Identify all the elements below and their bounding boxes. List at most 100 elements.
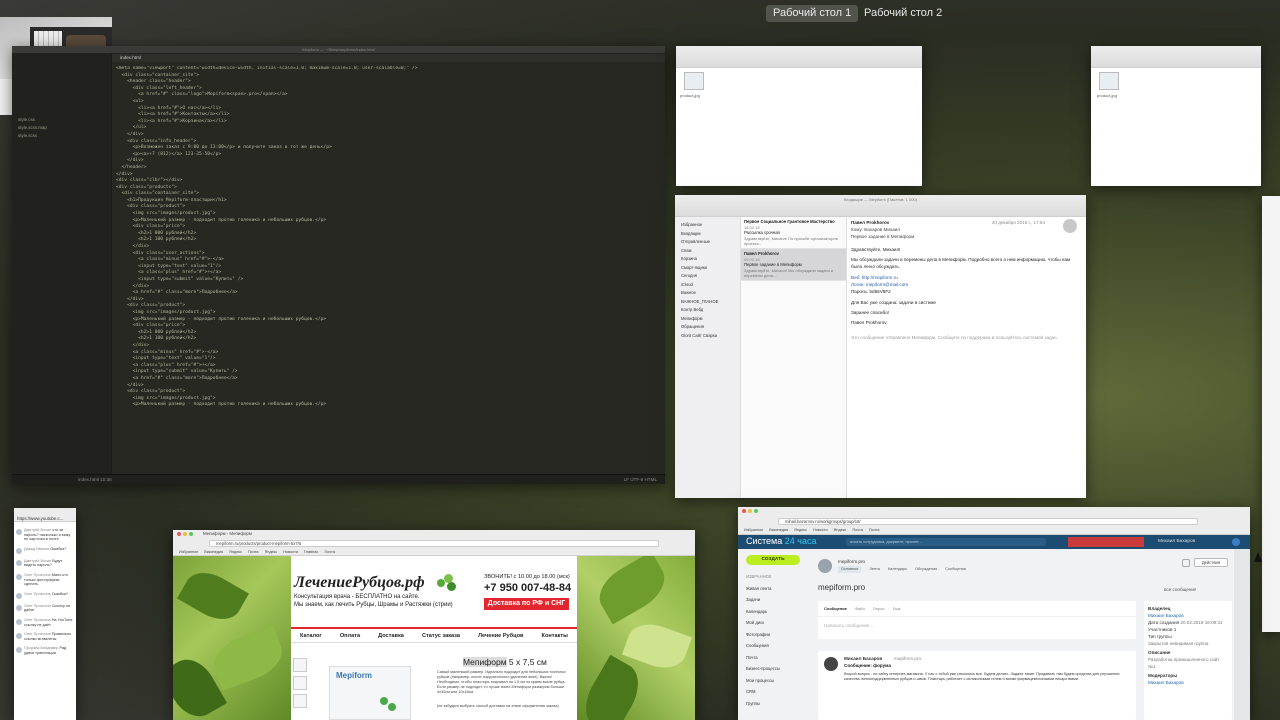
crm-sidebar-item[interactable]: Календарь xyxy=(746,606,812,618)
mail-link-1[interactable]: Веб: http://mepiform.ru xyxy=(851,274,1081,281)
bookmark-item[interactable]: Главная xyxy=(304,549,318,556)
close-icon[interactable] xyxy=(177,532,181,536)
product-thumb-2[interactable] xyxy=(293,676,307,690)
bookmark-item[interactable]: Яндекс xyxy=(229,549,242,556)
crm-create-button[interactable]: СОЗДАТЬ xyxy=(746,555,800,565)
crm-post-input[interactable]: Написать сообщение... xyxy=(818,617,1136,634)
bookmark-item[interactable]: Яндекс xyxy=(834,527,847,534)
crm-sidebar-item[interactable]: Группы xyxy=(746,698,812,710)
mail-folder[interactable]: ВАЖНОЕ_ГЛАНОЕ xyxy=(675,298,740,307)
finder-window-1[interactable]: product.jpg xyxy=(676,46,922,186)
crm-sidebar-item[interactable]: Живая лента xyxy=(746,583,812,595)
crm-address-bar[interactable]: mihail.bazarnov.ru/workgroups/group/18/ xyxy=(778,518,1198,525)
mail-folder[interactable]: Сегодня xyxy=(675,272,740,281)
bookmark-item[interactable]: Яндекс xyxy=(265,549,278,556)
mail-folder[interactable]: Важное xyxy=(675,289,740,298)
site-phone[interactable]: +7 950 007-48-84 xyxy=(484,582,571,594)
bookmark-item[interactable]: Почта xyxy=(324,549,335,556)
crm-alert[interactable] xyxy=(1068,537,1144,547)
file-thumbnail-icon[interactable] xyxy=(684,72,704,90)
mail-folder[interactable]: Мепиформ xyxy=(675,315,740,324)
bookmark-item[interactable]: Избранное xyxy=(179,549,198,556)
crm-group-tab[interactable]: Лента xyxy=(869,566,880,573)
mail-folder[interactable]: Контр Вебд xyxy=(675,306,740,315)
crm-user-name[interactable]: Михаил Бахаров xyxy=(1158,538,1195,545)
site-nav-item[interactable]: Оплата xyxy=(340,629,360,643)
crm-sidebar-item[interactable]: Задачи xyxy=(746,594,812,606)
file-tree-item[interactable]: style.css xyxy=(12,116,111,124)
crm-group-tab[interactable]: Календарь xyxy=(888,566,907,573)
mail-folder[interactable]: Обращения xyxy=(675,323,740,332)
bookmark-item[interactable]: Википедия xyxy=(204,549,223,556)
crm-post-to[interactable]: mepiform.pro xyxy=(894,655,921,662)
mail-folder[interactable]: iCloud xyxy=(675,281,740,290)
crm-group-tab[interactable]: Сообщения xyxy=(945,566,966,573)
crm-search-input[interactable]: искать сотрудника, документ, прочее... xyxy=(846,538,1046,546)
help-icon[interactable] xyxy=(1232,538,1240,546)
crm-post-tab[interactable]: Ещё xyxy=(893,605,901,612)
offscreen-window-edge[interactable] xyxy=(1262,196,1280,632)
site-address-bar[interactable]: mepiform.ru/products/product-mepiform-5x… xyxy=(209,540,659,547)
bookmark-item[interactable]: Почта xyxy=(852,527,863,534)
crm-search[interactable]: искать сотрудника, документ, прочее... xyxy=(846,538,1046,546)
maximize-icon[interactable] xyxy=(754,509,758,513)
bookmark-item[interactable]: Почта xyxy=(248,549,259,556)
minimize-icon[interactable] xyxy=(748,509,752,513)
site-nav-item[interactable]: Статус заказа xyxy=(422,629,460,643)
close-icon[interactable] xyxy=(742,509,746,513)
crm-sidebar-item[interactable]: Бизнес-процессы xyxy=(746,663,812,675)
mail-folder[interactable]: Glorit Сайт Сварка xyxy=(675,332,740,341)
site-nav-item[interactable]: Каталог xyxy=(300,629,322,643)
bookmark-item[interactable]: Википедия xyxy=(769,527,788,534)
crm-sidebar-item[interactable]: CRM xyxy=(746,686,812,698)
desktop-tab-1[interactable]: Рабочий стол 1 xyxy=(766,5,859,22)
bookmark-item[interactable]: Новости xyxy=(283,549,298,556)
site-nav-item[interactable]: Лечение Рубцов xyxy=(478,629,523,643)
site-nav-item[interactable]: Контакты xyxy=(542,629,568,643)
minimize-icon[interactable] xyxy=(183,532,187,536)
site-logo[interactable]: ЛечениеРубцов.рф xyxy=(294,574,425,592)
desktop-tab-2[interactable]: Рабочий стол 2 xyxy=(857,5,949,22)
mail-list-item[interactable]: Первое Социальное Грантовое Мастерство 18… xyxy=(741,217,846,249)
file-thumbnail-icon[interactable] xyxy=(1099,72,1119,90)
crm-post-tab[interactable]: Опрос xyxy=(873,605,885,612)
maximize-icon[interactable] xyxy=(189,532,193,536)
code-area[interactable]: <meta name="viewport" content="width=dev… xyxy=(116,66,661,470)
mail-link-2[interactable]: Логин: mepiform@mail.com xyxy=(851,281,1081,288)
bookmark-item[interactable]: Почта xyxy=(869,527,880,534)
mail-folder[interactable]: Отправленные xyxy=(675,238,740,247)
crm-filter[interactable]: все сообщения xyxy=(1164,586,1196,593)
crm-group-tab[interactable]: Основное xyxy=(838,566,862,573)
info-owner[interactable]: Михаил Бахаров xyxy=(1148,612,1228,619)
editor-tab[interactable]: index.html xyxy=(112,54,665,62)
mail-folder[interactable]: Входящие xyxy=(675,230,740,239)
crm-sidebar-item[interactable]: Мой диск xyxy=(746,617,812,629)
info-moderator[interactable]: Михаил Бахаров xyxy=(1148,679,1228,686)
crm-sidebar-item[interactable]: Почта xyxy=(746,652,812,664)
gear-icon[interactable] xyxy=(1182,559,1190,567)
site-nav-item[interactable]: Доставка xyxy=(378,629,404,643)
mail-folder[interactable]: Корзина xyxy=(675,255,740,264)
crm-brand[interactable]: Система 24 часа xyxy=(746,536,816,546)
crm-group-name[interactable]: mepiform.pro xyxy=(838,558,865,565)
website-window[interactable]: Мепиформ - Мепиформ mepiform.ru/products… xyxy=(173,530,695,720)
product-thumb-3[interactable] xyxy=(293,694,307,708)
crm-sidebar-item[interactable]: ИЗБРАННОЕ xyxy=(746,571,812,583)
crm-sidebar-item[interactable]: Сообщения xyxy=(746,640,812,652)
crm-actions-button[interactable]: Действия xyxy=(1194,558,1228,567)
bookmark-item[interactable]: Избранное xyxy=(744,527,763,534)
site-tab-title[interactable]: Мепиформ - Мепиформ xyxy=(203,530,252,537)
crm-sidebar-item[interactable]: Мои процессы xyxy=(746,675,812,687)
file-tree-item[interactable]: style.scss.map xyxy=(12,124,111,132)
mail-window[interactable]: Входящие — Mepiform (Пакетов: 1 000) Изб… xyxy=(675,195,1086,498)
file-tree-item[interactable]: style.scss xyxy=(12,132,111,140)
bookmark-item[interactable]: Яндекс xyxy=(794,527,807,534)
finder-window-2[interactable]: product.jpg xyxy=(1091,46,1261,186)
crm-group-tab[interactable]: Обсуждения xyxy=(915,566,937,573)
crm-sidebar-item[interactable]: Фотографии xyxy=(746,629,812,641)
mail-folder[interactable]: Смарт-ящики xyxy=(675,264,740,273)
crm-post-tab[interactable]: Сообщение xyxy=(824,605,847,612)
product-thumb-1[interactable] xyxy=(293,658,307,672)
chat-window[interactable]: https://www.youtube.c... Дмитрий Вохин ч… xyxy=(14,508,76,720)
bookmark-item[interactable]: Новости xyxy=(813,527,828,534)
